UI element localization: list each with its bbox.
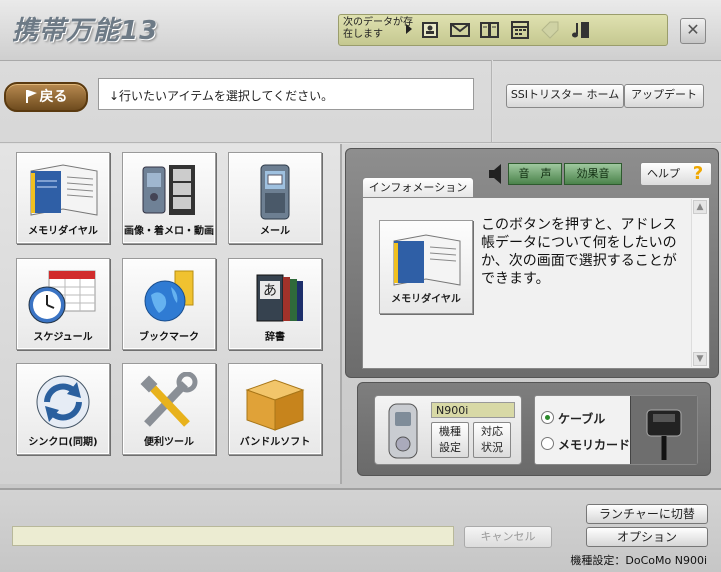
sound-effect-toggle[interactable]: 効果音 xyxy=(564,163,622,185)
tools-icon xyxy=(140,372,198,427)
help-button[interactable]: ヘルプ ? xyxy=(640,162,712,186)
radio-cable[interactable]: ケーブル xyxy=(541,410,605,427)
radio-cable-label: ケーブル xyxy=(558,412,606,426)
data-notification-bar: 次のデータが存在します xyxy=(338,14,668,46)
address-book-icon xyxy=(393,234,461,286)
radio-selected-icon xyxy=(541,411,554,424)
tile-label: メモリダイヤル xyxy=(28,226,98,237)
instruction-field: ↓行いたいアイテムを選択してください。 xyxy=(98,78,474,110)
box-icon xyxy=(245,379,305,431)
music-icon[interactable] xyxy=(569,20,591,40)
model-settings-label: 機種 設定 xyxy=(439,425,461,454)
device-box: N900i 機種 設定 対応 状況 xyxy=(374,395,522,465)
back-button[interactable]: 戻る xyxy=(4,82,88,112)
cable-icon xyxy=(646,409,682,460)
clock-calendar-icon xyxy=(28,270,96,324)
title-bar: 携帯万能13 次のデータが存在します ✕ xyxy=(0,0,721,61)
info-scrollbar[interactable]: ▲ ▼ xyxy=(691,199,708,367)
information-content: メモリダイヤル このボタンを押すと、アドレス帳データについて何をしたいのか、次の… xyxy=(362,197,710,369)
app-window: 携帯万能13 次のデータが存在します ✕ 戻る ↓行いたいアイテムを選択してくだ… xyxy=(0,0,721,572)
tag-icon[interactable] xyxy=(539,20,561,40)
notification-text: 次のデータが存在します xyxy=(343,17,413,40)
tile-bookmark[interactable]: ブックマーク xyxy=(122,258,216,350)
ssi-home-button[interactable]: SSIトリスター ホーム xyxy=(506,84,624,108)
info-memory-dial-button[interactable]: メモリダイヤル xyxy=(379,220,473,314)
back-button-label: 戻る xyxy=(39,89,68,105)
cancel-button[interactable]: キャンセル xyxy=(464,526,552,548)
tile-memory-dial[interactable]: メモリダイヤル xyxy=(16,152,110,244)
vertical-divider xyxy=(491,60,493,142)
question-icon: ? xyxy=(692,163,704,184)
support-status-label: 対応 状況 xyxy=(481,425,503,454)
tile-label: 辞書 xyxy=(265,332,285,343)
tile-label: バンドルソフト xyxy=(239,437,311,448)
bookmark-book-icon[interactable] xyxy=(479,20,501,40)
cable-connector-image xyxy=(630,396,697,464)
svg-text:あ: あ xyxy=(263,283,277,299)
feature-grid: メモリダイヤル 画像・着メロ・動画 メール スケジュール ブックマーク あ 辞書… xyxy=(0,144,342,484)
info-tile-label: メモリダイヤル xyxy=(391,294,461,305)
address-book-icon[interactable] xyxy=(419,20,441,40)
support-status-button[interactable]: 対応 状況 xyxy=(473,422,511,458)
bottom-bar: キャンセル ランチャーに切替 オプション 機種設定：DoCoMo N900i xyxy=(0,488,721,572)
tile-label: スケジュール xyxy=(33,332,93,343)
tile-media[interactable]: 画像・着メロ・動画 xyxy=(122,152,216,244)
tile-tools[interactable]: 便利ツール xyxy=(122,363,216,455)
tile-bundled-software[interactable]: バンドルソフト xyxy=(228,363,322,455)
radio-memory-card[interactable]: メモリカード xyxy=(541,436,630,453)
flip-phone-icon xyxy=(388,403,418,459)
play-arrow-icon xyxy=(406,24,412,34)
update-button[interactable]: アップデート xyxy=(624,84,704,108)
tile-schedule[interactable]: スケジュール xyxy=(16,258,110,350)
help-label: ヘルプ xyxy=(647,167,680,180)
media-phone-icon xyxy=(142,165,195,215)
app-logo: 携帯万能13 xyxy=(12,16,159,46)
globe-bookmark-icon xyxy=(144,270,194,322)
tile-label: シンクロ(同期) xyxy=(28,437,98,448)
sync-icon xyxy=(36,375,90,429)
tile-mail[interactable]: メール xyxy=(228,152,322,244)
model-settings-button[interactable]: 機種 設定 xyxy=(431,422,469,458)
info-description: このボタンを押すと、アドレス帳データについて何をしたいのか、次の画面で選択するこ… xyxy=(481,217,677,287)
radio-unselected-icon xyxy=(541,437,554,450)
flag-icon xyxy=(25,90,37,103)
model-name: N900i xyxy=(431,402,515,418)
dictionary-icon: あ xyxy=(256,274,303,322)
connection-selector: ケーブル メモリカード xyxy=(534,395,698,465)
tile-label: メール xyxy=(260,226,290,237)
options-button[interactable]: オプション xyxy=(586,527,708,547)
tile-label: 便利ツール xyxy=(144,437,194,448)
info-frame: 音 声 効果音 ヘルプ ? インフォメーション メモリダイヤル このボタンを押す xyxy=(345,148,719,378)
mobile-phone-icon xyxy=(260,164,290,220)
tab-information[interactable]: インフォメーション xyxy=(362,177,474,197)
mail-icon[interactable] xyxy=(449,20,471,40)
tile-label: 画像・着メロ・動画 xyxy=(124,226,214,237)
voice-toggle[interactable]: 音 声 xyxy=(508,163,562,185)
tile-label: ブックマーク xyxy=(139,332,199,343)
info-panel: 音 声 効果音 ヘルプ ? インフォメーション メモリダイヤル このボタンを押す xyxy=(343,144,721,484)
tile-dictionary[interactable]: あ 辞書 xyxy=(228,258,322,350)
progress-bar xyxy=(12,526,454,546)
radio-memory-card-label: メモリカード xyxy=(558,438,631,452)
model-setting-status: 機種設定：DoCoMo N900i xyxy=(570,554,707,567)
scroll-down-icon[interactable]: ▼ xyxy=(693,352,707,366)
speaker-icon xyxy=(489,164,501,184)
switch-launcher-button[interactable]: ランチャーに切替 xyxy=(586,504,708,524)
device-panel: N900i 機種 設定 対応 状況 ケーブル メモリカード xyxy=(357,382,711,476)
tile-sync[interactable]: シンクロ(同期) xyxy=(16,363,110,455)
calendar-icon[interactable] xyxy=(509,20,531,40)
address-book-icon xyxy=(30,164,98,216)
scroll-up-icon[interactable]: ▲ xyxy=(693,200,707,214)
close-button[interactable]: ✕ xyxy=(680,18,706,44)
